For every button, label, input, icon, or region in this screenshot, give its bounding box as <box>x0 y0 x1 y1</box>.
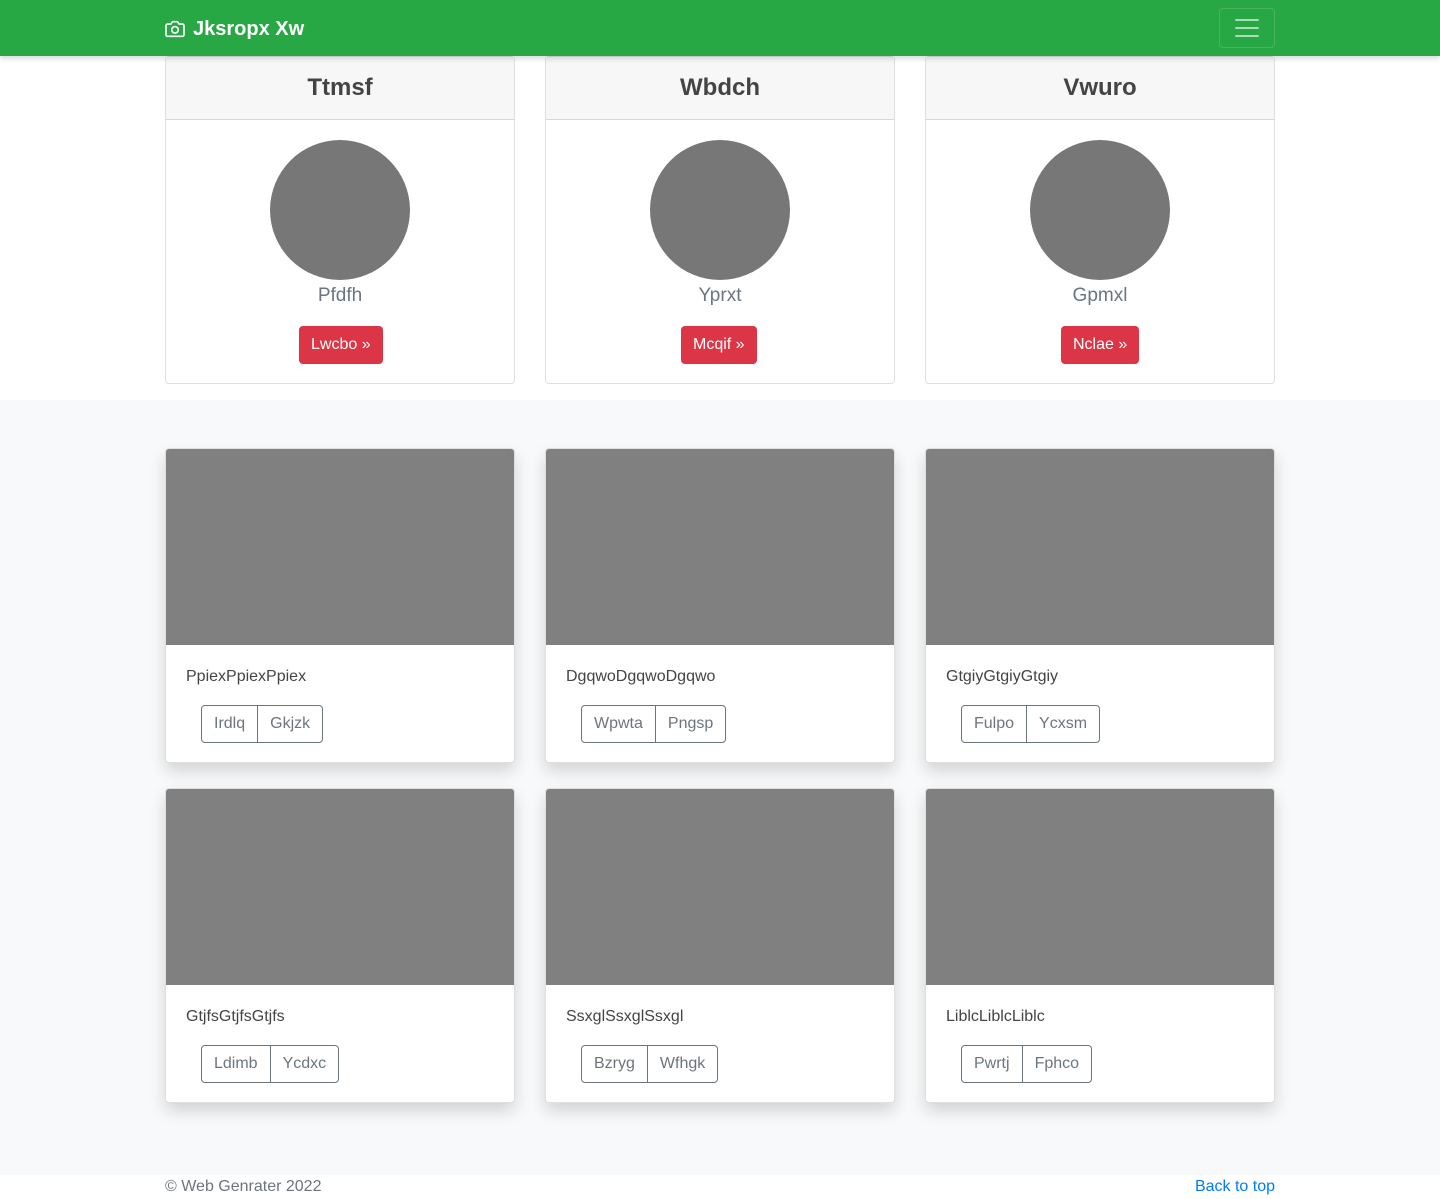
card-text: GtjfsGtjfsGtjfs <box>186 1008 285 1025</box>
thumbnail-image <box>546 449 894 645</box>
album-card: GtjfsGtjfsGtjfs Ldimb Ycdxc <box>165 788 515 1103</box>
profile-card: Vwuro Gpmxl Nclae » <box>925 56 1275 384</box>
profile-cards: Ttmsf Pfdfh Lwcbo » Wbdch Yprxt Mcqif » … <box>165 56 1275 384</box>
hamburger-menu-icon <box>1235 19 1259 21</box>
card-button-group: Wpwta Pngsp <box>581 705 727 743</box>
album-card: DgqwoDgqwoDgqwo Wpwta Pngsp <box>545 448 895 763</box>
profile-action-button[interactable]: Lwcbo » <box>299 326 383 364</box>
profile-card: Ttmsf Pfdfh Lwcbo » <box>165 56 515 384</box>
card-text: DgqwoDgqwoDgqwo <box>566 668 716 685</box>
card-button-first[interactable]: Pwrtj <box>961 1045 1023 1083</box>
card-button-first[interactable]: Bzryg <box>581 1045 648 1083</box>
card-button-second[interactable]: Fphco <box>1021 1045 1093 1083</box>
album-card: PpiexPpiexPpiex Irdlq Gkjzk <box>165 448 515 763</box>
card-button-second[interactable]: Ycxsm <box>1026 705 1101 743</box>
album-card: GtgiyGtgiyGtgiy Fulpo Ycxsm <box>925 448 1275 763</box>
card-text: GtgiyGtgiyGtgiy <box>946 668 1059 685</box>
profile-card: Wbdch Yprxt Mcqif » <box>545 56 895 384</box>
card-button-first[interactable]: Fulpo <box>961 705 1028 743</box>
album-card: LiblcLiblcLiblc Pwrtj Fphco <box>925 788 1275 1103</box>
navbar: Jksropx Xw <box>0 0 1440 56</box>
card-button-group: Bzryg Wfhgk <box>581 1045 719 1083</box>
camera-icon <box>165 20 185 38</box>
album-card: SsxglSsxglSsxgl Bzryg Wfhgk <box>545 788 895 1103</box>
profile-name: Yprxt <box>698 285 742 306</box>
footer-copyright: © Web Genrater 2022 <box>165 1178 322 1195</box>
card-button-group: Fulpo Ycxsm <box>961 705 1101 743</box>
card-button-second[interactable]: Pngsp <box>654 705 727 743</box>
card-text: LiblcLiblcLiblc <box>946 1008 1045 1025</box>
profile-card-header: Ttmsf <box>166 57 514 120</box>
profile-action-button[interactable]: Mcqif » <box>681 326 757 364</box>
avatar <box>270 140 410 280</box>
card-button-first[interactable]: Ldimb <box>201 1045 271 1083</box>
thumbnail-image <box>166 449 514 645</box>
profile-name: Gpmxl <box>1072 285 1128 306</box>
brand-name: Jksropx Xw <box>193 17 305 40</box>
card-text: SsxglSsxglSsxgl <box>566 1008 684 1025</box>
avatar <box>650 140 790 280</box>
card-button-first[interactable]: Wpwta <box>581 705 656 743</box>
profile-card-header: Wbdch <box>546 57 894 120</box>
thumbnail-image <box>926 789 1274 985</box>
card-button-group: Irdlq Gkjzk <box>201 705 324 743</box>
card-button-second[interactable]: Ycdxc <box>269 1045 340 1083</box>
card-text: PpiexPpiexPpiex <box>186 668 307 685</box>
brand-link[interactable]: Jksropx Xw <box>165 16 304 42</box>
thumbnail-image <box>166 789 514 985</box>
card-button-group: Ldimb Ycdxc <box>201 1045 340 1083</box>
profile-action-button[interactable]: Nclae » <box>1061 326 1140 364</box>
navbar-toggler-button[interactable] <box>1219 8 1275 48</box>
card-button-second[interactable]: Wfhgk <box>646 1045 719 1083</box>
thumbnail-image <box>926 449 1274 645</box>
profile-card-header: Vwuro <box>926 57 1274 120</box>
back-to-top-link[interactable]: Back to top <box>1195 1178 1275 1196</box>
profile-name: Pfdfh <box>317 285 363 306</box>
card-button-first[interactable]: Irdlq <box>201 705 259 743</box>
thumbnail-image <box>546 789 894 985</box>
card-button-group: Pwrtj Fphco <box>961 1045 1093 1083</box>
card-button-second[interactable]: Gkjzk <box>257 705 324 743</box>
avatar <box>1030 140 1170 280</box>
album-section: PpiexPpiexPpiex Irdlq Gkjzk DgqwoDgqwoDg… <box>0 400 1440 1175</box>
